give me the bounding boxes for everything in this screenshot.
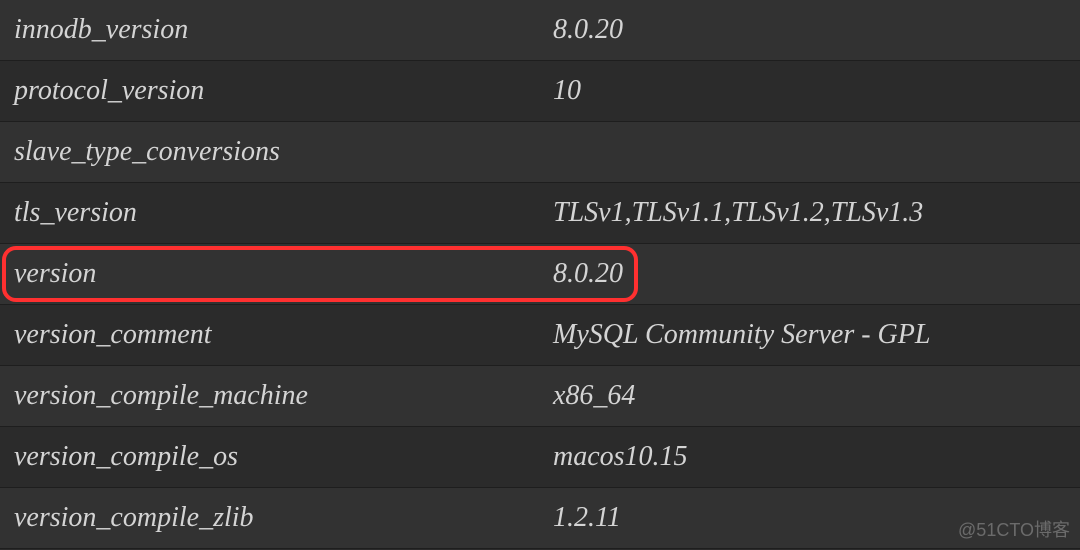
variable-value: 8.0.20 [545, 14, 1080, 46]
table-row: version_compile_os macos10.15 [0, 427, 1080, 488]
table-row: protocol_version 10 [0, 61, 1080, 122]
variable-value: x86_64 [545, 380, 1080, 412]
table-row-highlighted: version 8.0.20 [0, 244, 1080, 305]
table-row: version_comment MySQL Community Server -… [0, 305, 1080, 366]
variable-name: innodb_version [0, 14, 545, 46]
variable-name: slave_type_conversions [0, 136, 545, 168]
table-row: slave_type_conversions [0, 122, 1080, 183]
table-row: version_compile_zlib 1.2.11 [0, 488, 1080, 549]
variable-name: protocol_version [0, 75, 545, 107]
variable-name: tls_version [0, 197, 545, 229]
table-row: innodb_version 8.0.20 [0, 0, 1080, 61]
variable-name: version_comment [0, 319, 545, 351]
variable-value: macos10.15 [545, 441, 1080, 473]
table-row: version_compile_machine x86_64 [0, 366, 1080, 427]
variable-value: MySQL Community Server - GPL [545, 319, 1080, 351]
table-row: tls_version TLSv1,TLSv1.1,TLSv1.2,TLSv1.… [0, 183, 1080, 244]
variables-table: innodb_version 8.0.20 protocol_version 1… [0, 0, 1080, 549]
variable-value: TLSv1,TLSv1.1,TLSv1.2,TLSv1.3 [545, 197, 1080, 229]
variable-name: version_compile_os [0, 441, 545, 473]
variable-name: version_compile_zlib [0, 502, 545, 534]
variable-name: version [0, 258, 545, 290]
variable-value: 8.0.20 [545, 258, 1080, 290]
variable-value: 10 [545, 75, 1080, 107]
variable-name: version_compile_machine [0, 380, 545, 412]
watermark: @51CTO博客 [958, 516, 1070, 542]
